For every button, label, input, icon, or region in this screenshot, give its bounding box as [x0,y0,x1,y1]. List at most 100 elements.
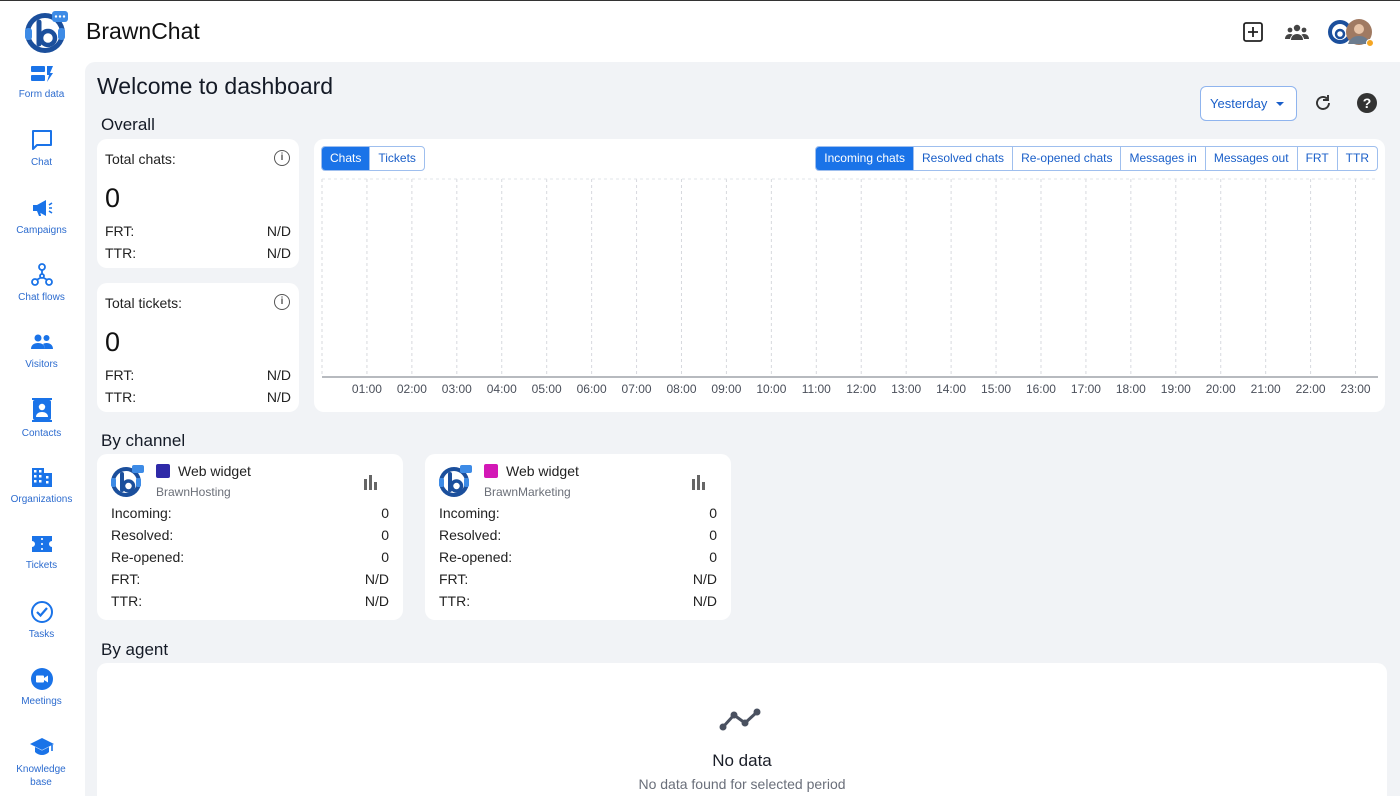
check-circle-icon [30,601,53,623]
sidebar-item-organizations[interactable]: Organizations [0,465,83,506]
reopened-row: Re-opened: 0 [439,549,717,565]
frt-row: FRT: N/D [105,367,291,383]
no-data-subtitle: No data found for selected period [638,776,846,792]
x-tick-label: 11:00 [802,382,831,396]
frt-value: N/D [692,571,717,587]
incoming-label: Incoming: [111,505,172,521]
flow-icon [30,263,53,286]
ttr-label: TTR: [111,593,143,609]
frt-label: FRT: [105,223,135,239]
frt-row: FRT: N/D [105,223,291,239]
chat-icon [31,130,52,150]
frt-label: FRT: [111,571,141,587]
overall-heading: Overall [101,115,155,134]
x-tick-label: 16:00 [1026,382,1056,396]
info-icon[interactable]: i [274,294,290,310]
sidebar-item-knowledge-base[interactable]: Knowledge base [0,735,83,789]
main-content: Welcome to dashboard Yesterday ? Overall… [85,62,1400,796]
app-title: BrawnChat [86,18,200,44]
ttr-label: TTR: [439,593,471,609]
reopened-value: 0 [381,549,389,565]
period-select-value: Yesterday [1210,96,1268,111]
help-button[interactable]: ? [1355,91,1379,115]
incoming-row: Incoming: 0 [111,505,389,521]
sidebar-item-tickets[interactable]: Tickets [0,533,83,572]
incoming-row: Incoming: 0 [439,505,717,521]
add-new-button[interactable] [1240,19,1266,45]
x-tick-label: 01:00 [352,382,382,396]
channel-color-swatch [484,464,498,478]
channel-logo [109,463,145,499]
channel-name: Web widget [506,463,579,479]
user-avatar[interactable] [1326,17,1376,47]
frt-value: N/D [266,367,291,383]
contact-card-icon [31,398,52,422]
incoming-value: 0 [381,505,389,521]
svg-text:?: ? [1363,95,1372,111]
ticket-icon [31,536,52,552]
total-tickets-card: Total tickets: i 0 FRT: N/D TTR: N/D [97,283,299,412]
trend-line-icon [719,707,763,738]
overall-chart-card: Chats Tickets Incoming chats Resolved ch… [314,139,1385,412]
x-tick-label: 02:00 [397,382,427,396]
reopened-value: 0 [709,549,717,565]
total-chats-title: Total chats: [105,151,176,167]
incoming-label: Incoming: [439,505,500,521]
incoming-value: 0 [709,505,717,521]
x-tick-label: 04:00 [487,382,517,396]
x-tick-label: 08:00 [666,382,696,396]
megaphone-icon [32,200,52,216]
sidebar-item-contacts[interactable]: Contacts [0,397,83,440]
x-tick-label: 09:00 [711,382,741,396]
ttr-value: N/D [266,245,291,261]
bar-chart-icon[interactable] [691,474,707,495]
x-tick-label: 20:00 [1206,382,1236,396]
x-tick-label: 12:00 [846,382,876,396]
no-data-title: No data [712,751,772,770]
by-agent-heading: By agent [101,640,169,659]
x-tick-label: 13:00 [891,382,921,396]
sidebar-item-campaigns[interactable]: Campaigns [0,196,83,237]
resolved-label: Resolved: [111,527,174,543]
graduation-cap-icon [29,738,54,755]
frt-value: N/D [364,571,389,587]
ttr-value: N/D [364,593,389,609]
total-chats-card: Total chats: i 0 FRT: N/D TTR: N/D [97,139,299,268]
refresh-button[interactable] [1311,91,1335,115]
info-icon[interactable]: i [274,150,290,166]
people-icon [30,334,53,349]
x-tick-label: 06:00 [577,382,607,396]
sidebar-item-form-data[interactable]: Form data [0,64,83,101]
channel-card: Web widget BrawnMarketing Incoming: 0 Res… [425,454,731,620]
x-tick-label: 15:00 [981,382,1011,396]
help-icon: ? [1357,93,1377,113]
resolved-value: 0 [381,527,389,543]
x-tick-label: 23:00 [1341,382,1371,396]
reopened-row: Re-opened: 0 [111,549,389,565]
resolved-label: Resolved: [439,527,502,543]
brawnchat-logo[interactable] [22,8,70,56]
group-icon [1285,24,1309,40]
refresh-icon [1316,95,1330,110]
bar-chart-icon[interactable] [363,474,379,495]
sidebar-item-chat[interactable]: Chat [0,128,83,169]
plus-square-icon [1243,22,1263,42]
x-tick-label: 17:00 [1071,382,1101,396]
channel-card: Web widget BrawnHosting Incoming: 0 Resol… [97,454,403,620]
hourly-chart: 01:00 02:00 03:00 04:00 05:00 06:00 07:00 08:00… [321,178,1378,396]
team-button[interactable] [1284,19,1310,45]
reopened-label: Re-opened: [111,549,185,565]
ttr-value: N/D [692,593,717,609]
sidebar-item-visitors[interactable]: Visitors [0,330,83,371]
x-tick-label: 14:00 [936,382,966,396]
total-tickets-value: 0 [105,327,121,357]
period-select[interactable]: Yesterday [1200,86,1297,121]
sidebar-item-tasks[interactable]: Tasks [0,600,83,641]
ttr-label: TTR: [105,245,137,261]
channel-logo [437,463,473,499]
sidebar-item-chat-flows[interactable]: Chat flows [0,263,83,304]
x-tick-label: 22:00 [1296,382,1326,396]
sidebar-item-meetings[interactable]: Meetings [0,667,83,708]
x-tick-label: 18:00 [1116,382,1146,396]
x-tick-label: 10:00 [756,382,786,396]
